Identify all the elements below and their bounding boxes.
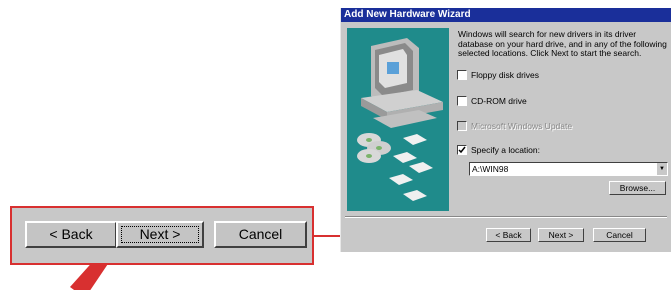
zoom-cancel-button[interactable]: Cancel [214, 221, 307, 248]
dialog-title: Add New Hardware Wizard [341, 8, 671, 22]
specify-location-label: Specify a location: [471, 144, 540, 155]
chevron-down-icon[interactable]: ▼ [656, 163, 667, 175]
floppy-option[interactable]: Floppy disk drives [457, 68, 539, 80]
wizard-illustration [347, 28, 449, 211]
windows-update-label: Microsoft Windows Update [471, 120, 573, 131]
computer-disks-icon [357, 38, 443, 201]
wizard-description: Windows will search for new drivers in i… [458, 29, 667, 58]
divider [345, 216, 667, 218]
floppy-checkbox[interactable] [457, 69, 467, 80]
windows-update-checkbox [457, 120, 467, 131]
next-button[interactable]: Next > [538, 228, 584, 242]
focus-rect [121, 226, 199, 243]
cdrom-checkbox[interactable] [457, 95, 467, 106]
zoom-next-button[interactable]: Next > [116, 221, 204, 248]
location-combobox[interactable]: A:\WIN98 ▼ [469, 162, 668, 176]
zoomed-buttons-callout: < Back Next > Cancel [10, 206, 314, 265]
cdrom-label: CD-ROM drive [471, 95, 527, 106]
check-icon [458, 146, 466, 153]
cancel-button[interactable]: Cancel [593, 228, 646, 242]
back-button[interactable]: < Back [486, 228, 531, 242]
cdrom-option[interactable]: CD-ROM drive [457, 94, 527, 106]
windows-update-option: Microsoft Windows Update [457, 119, 572, 131]
specify-location-checkbox[interactable] [457, 144, 467, 155]
add-hardware-wizard-dialog: Add New Hardware Wizard Windows will sea… [340, 8, 671, 252]
floppy-label: Floppy disk drives [471, 69, 540, 80]
browse-button[interactable]: Browse... [609, 181, 666, 195]
specify-location-option[interactable]: Specify a location: [457, 143, 540, 155]
location-value: A:\WIN98 [472, 164, 509, 174]
zoom-back-button[interactable]: < Back [25, 221, 117, 248]
